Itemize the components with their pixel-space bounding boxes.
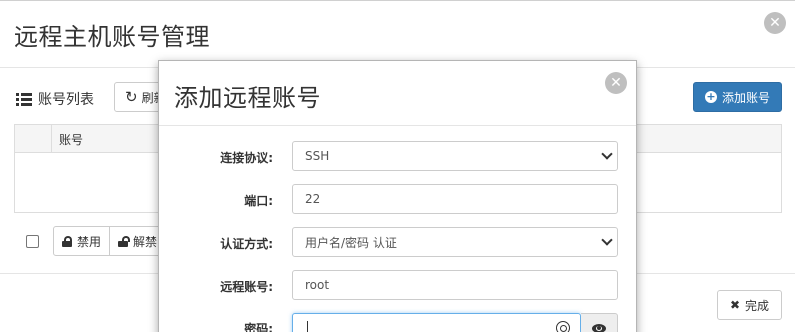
list-icon bbox=[16, 92, 32, 106]
finish-button[interactable]: ✖ 完成 bbox=[717, 290, 782, 320]
modal-title: 远程主机账号管理 bbox=[14, 23, 210, 51]
plus-circle-icon: + bbox=[704, 90, 717, 103]
chevron-down-icon bbox=[601, 148, 613, 160]
remote-account-value: root bbox=[305, 278, 330, 292]
dialog-title: 添加远程账号 bbox=[174, 84, 321, 112]
refresh-icon: ↻ bbox=[125, 88, 138, 106]
select-all-checkbox[interactable] bbox=[26, 235, 39, 248]
dialog-header: 添加远程账号 ✕ bbox=[159, 61, 636, 126]
disable-label: 禁用 bbox=[77, 234, 102, 249]
lock-icon bbox=[62, 235, 72, 247]
modal-header: 远程主机账号管理 ✕ bbox=[0, 1, 795, 68]
show-password-button[interactable] bbox=[581, 313, 618, 332]
key-icon bbox=[556, 321, 570, 332]
eye-icon bbox=[592, 323, 606, 332]
disable-button[interactable]: 禁用 bbox=[53, 226, 111, 256]
close-icon[interactable]: ✕ bbox=[605, 72, 627, 94]
header-select-cell bbox=[15, 125, 52, 153]
list-title: 账号列表 bbox=[16, 89, 94, 109]
column-header-account: 账号 bbox=[59, 133, 84, 147]
port-input[interactable]: 22 bbox=[292, 184, 618, 214]
x-icon: ✖ bbox=[729, 298, 741, 312]
add-account-button[interactable]: + 添加账号 bbox=[693, 82, 782, 112]
password-input[interactable] bbox=[292, 313, 581, 332]
remote-account-input[interactable]: root bbox=[292, 270, 618, 300]
password-label: 密码: bbox=[244, 322, 273, 332]
batch-action-group: 禁用 解禁 bbox=[53, 226, 167, 256]
auth-method-value: 用户名/密码 认证 bbox=[305, 235, 397, 250]
close-icon[interactable]: ✕ bbox=[764, 12, 786, 34]
unlock-icon bbox=[118, 235, 131, 247]
text-cursor bbox=[307, 321, 308, 332]
auth-method-label: 认证方式: bbox=[220, 237, 273, 251]
protocol-select[interactable]: SSH bbox=[292, 141, 618, 171]
port-value: 22 bbox=[305, 192, 321, 206]
port-label: 端口: bbox=[244, 194, 273, 208]
protocol-label: 连接协议: bbox=[220, 151, 273, 165]
remote-account-label: 远程账号: bbox=[220, 280, 273, 294]
auth-method-select[interactable]: 用户名/密码 认证 bbox=[292, 227, 618, 257]
finish-label: 完成 bbox=[745, 298, 770, 313]
protocol-value: SSH bbox=[305, 149, 330, 163]
list-title-label: 账号列表 bbox=[38, 92, 94, 108]
unlock-label: 解禁 bbox=[133, 234, 158, 249]
chevron-down-icon bbox=[601, 234, 613, 246]
add-remote-account-dialog: 添加远程账号 ✕ 连接协议: SSH 端口: 22 认证方式: 用户名/密码 认… bbox=[158, 60, 637, 332]
add-account-label: 添加账号 bbox=[721, 90, 770, 105]
